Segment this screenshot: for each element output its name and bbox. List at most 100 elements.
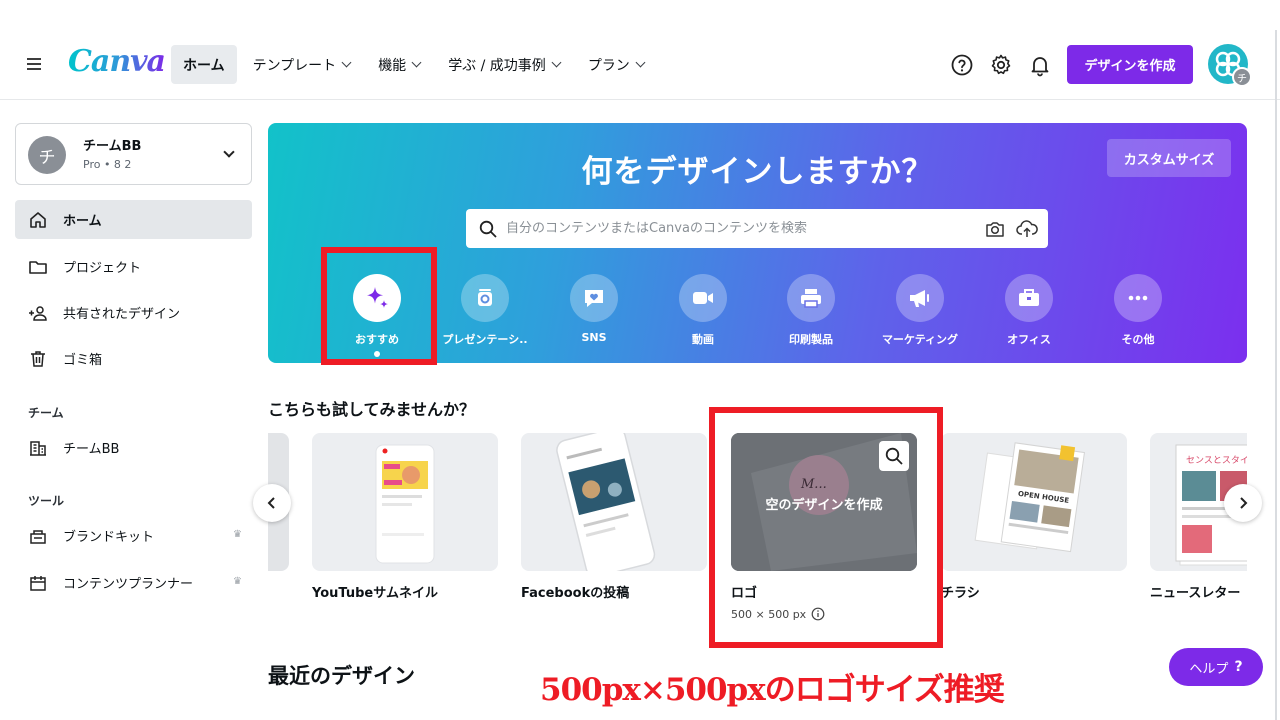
sidebar-item-brand-kit[interactable]: ブランドキット ♛ — [15, 516, 252, 555]
nav-learn[interactable]: 学ぶ / 成功事例 — [436, 45, 572, 84]
active-indicator — [374, 351, 380, 357]
sidebar-item-trash[interactable]: ゴミ箱 — [15, 339, 252, 378]
category-label: その他 — [1121, 333, 1155, 346]
category-label: 印刷製品 — [789, 333, 833, 346]
sidebar-item-team[interactable]: チームBB — [15, 428, 252, 467]
gear-icon[interactable] — [989, 53, 1013, 77]
preview-button[interactable] — [879, 441, 909, 471]
canva-logo[interactable]: Canva — [68, 44, 166, 79]
chevron-down-icon — [551, 57, 562, 68]
nav-features-label: 機能 — [378, 57, 407, 74]
video-camera-icon — [693, 292, 713, 304]
carousel-next-button[interactable] — [1224, 484, 1262, 522]
category-circle — [679, 274, 727, 322]
team-switcher[interactable]: チ チームBB Pro • 8 2 — [15, 123, 252, 185]
card-label-logo[interactable]: ロゴ — [731, 582, 757, 601]
search-input[interactable] — [498, 221, 984, 236]
chevron-left-icon — [267, 497, 275, 509]
sidebar-item-label: 共有されたデザイン — [63, 307, 181, 322]
category-sns[interactable]: SNS — [549, 274, 639, 344]
chevron-down-icon — [635, 57, 646, 68]
building-icon — [30, 440, 46, 456]
category-office[interactable]: オフィス — [984, 274, 1074, 347]
card-label-facebook[interactable]: Facebookの投稿 — [521, 582, 629, 601]
category-circle — [1114, 274, 1162, 322]
team-name: チームBB — [83, 139, 142, 154]
nav-learn-label: 学ぶ / 成功事例 — [448, 57, 546, 74]
main-nav: ホーム テンプレート 機能 学ぶ / 成功事例 プラン — [171, 45, 656, 84]
category-recommended[interactable]: おすすめ — [332, 274, 422, 357]
nav-templates-label: テンプレート — [252, 57, 337, 74]
sidebar-item-label: コンテンツプランナー — [63, 577, 194, 592]
account-avatar[interactable]: チ — [1208, 44, 1252, 87]
sidebar-item-label: チームBB — [63, 442, 120, 457]
card-facebook-thumbnail[interactable] — [521, 433, 707, 571]
sidebar-heading-tools: ツール — [28, 494, 65, 508]
category-video[interactable]: 動画 — [658, 274, 748, 347]
category-marketing[interactable]: マーケティング — [875, 274, 965, 347]
card-flyer-thumbnail[interactable]: OPEN HOUSE — [941, 433, 1127, 571]
camera-search-icon[interactable] — [984, 218, 1006, 240]
team-plan-members: Pro • 8 2 — [83, 158, 132, 171]
nav-plans-label: プラン — [587, 57, 630, 74]
card-label-flyer[interactable]: チラシ — [941, 582, 980, 601]
search-icon — [479, 220, 497, 238]
logo-mockup-text: M... — [800, 477, 827, 492]
nav-plans[interactable]: プラン — [576, 45, 656, 84]
create-blank-design-text[interactable]: 空のデザインを作成 — [731, 494, 917, 513]
category-more[interactable]: その他 — [1093, 274, 1183, 347]
category-label: 動画 — [692, 333, 714, 346]
create-design-button[interactable]: デザインを作成 — [1067, 45, 1193, 84]
sidebar-item-label: ホーム — [63, 214, 102, 229]
category-label: SNS — [581, 331, 607, 344]
sidebar-item-label: プロジェクト — [63, 261, 142, 276]
presentation-icon — [478, 289, 492, 306]
sidebar-item-shared[interactable]: 共有されたデザイン — [15, 293, 252, 332]
trash-icon — [31, 350, 45, 367]
category-label: プレゼンテーシ.. — [442, 333, 528, 346]
category-circle — [787, 274, 835, 322]
shared-users-icon — [29, 305, 47, 321]
custom-size-button[interactable]: カスタムサイズ — [1107, 139, 1231, 177]
youtube-mockup-image — [375, 444, 435, 564]
scrollbar-track[interactable] — [1275, 30, 1277, 720]
hamburger-menu-icon[interactable] — [24, 54, 44, 74]
suggestions-title: こちらも試してみませんか？ — [268, 400, 476, 419]
chevron-down-icon — [341, 57, 352, 68]
help-button[interactable]: ヘルプ ? — [1169, 648, 1263, 686]
card-youtube-thumbnail[interactable] — [312, 433, 498, 571]
home-icon — [30, 211, 46, 228]
bell-icon[interactable] — [1028, 53, 1052, 77]
category-print[interactable]: 印刷製品 — [766, 274, 856, 347]
card-label-newsletter[interactable]: ニュースレター — [1150, 582, 1240, 601]
logo-size-info: 500 × 500 px — [731, 607, 825, 621]
logo-size-text: 500 × 500 px — [731, 607, 807, 621]
category-label: マーケティング — [881, 333, 959, 346]
sidebar-item-projects[interactable]: プロジェクト — [15, 247, 252, 286]
carousel-prev-button[interactable] — [253, 484, 291, 522]
info-icon[interactable] — [811, 607, 825, 621]
sidebar-item-content-planner[interactable]: コンテンツプランナー ♛ — [15, 563, 252, 602]
category-presentation[interactable]: プレゼンテーシ.. — [440, 274, 530, 347]
recent-designs-title: 最近のデザイン — [268, 664, 415, 688]
nav-templates[interactable]: テンプレート — [241, 45, 363, 84]
help-button-label: ヘルプ — [1189, 661, 1229, 677]
card-label-youtube[interactable]: YouTubeサムネイル — [312, 582, 438, 601]
upload-cloud-icon[interactable] — [1016, 218, 1038, 240]
sidebar-item-label: ブランドキット — [63, 530, 155, 545]
sparkle-icon — [367, 287, 388, 308]
sidebar-item-home[interactable]: ホーム — [15, 200, 252, 239]
category-label: オフィス — [1007, 333, 1051, 346]
card-logo-thumbnail[interactable]: M... 空のデザインを作成 — [731, 433, 917, 571]
annotation-caption: 500px×500pxのロゴサイズ推奨 — [540, 672, 1005, 708]
help-icon[interactable] — [950, 53, 974, 77]
category-circle — [461, 274, 509, 322]
briefcase-icon — [1019, 289, 1039, 306]
nav-features[interactable]: 機能 — [366, 45, 432, 84]
team-avatar: チ — [28, 136, 66, 174]
more-dots-icon — [1128, 295, 1148, 301]
nav-home[interactable]: ホーム — [171, 45, 237, 84]
crown-icon: ♛ — [233, 529, 242, 540]
hero-title: 何をデザインしますか？ — [581, 154, 934, 190]
crown-icon: ♛ — [233, 576, 242, 587]
